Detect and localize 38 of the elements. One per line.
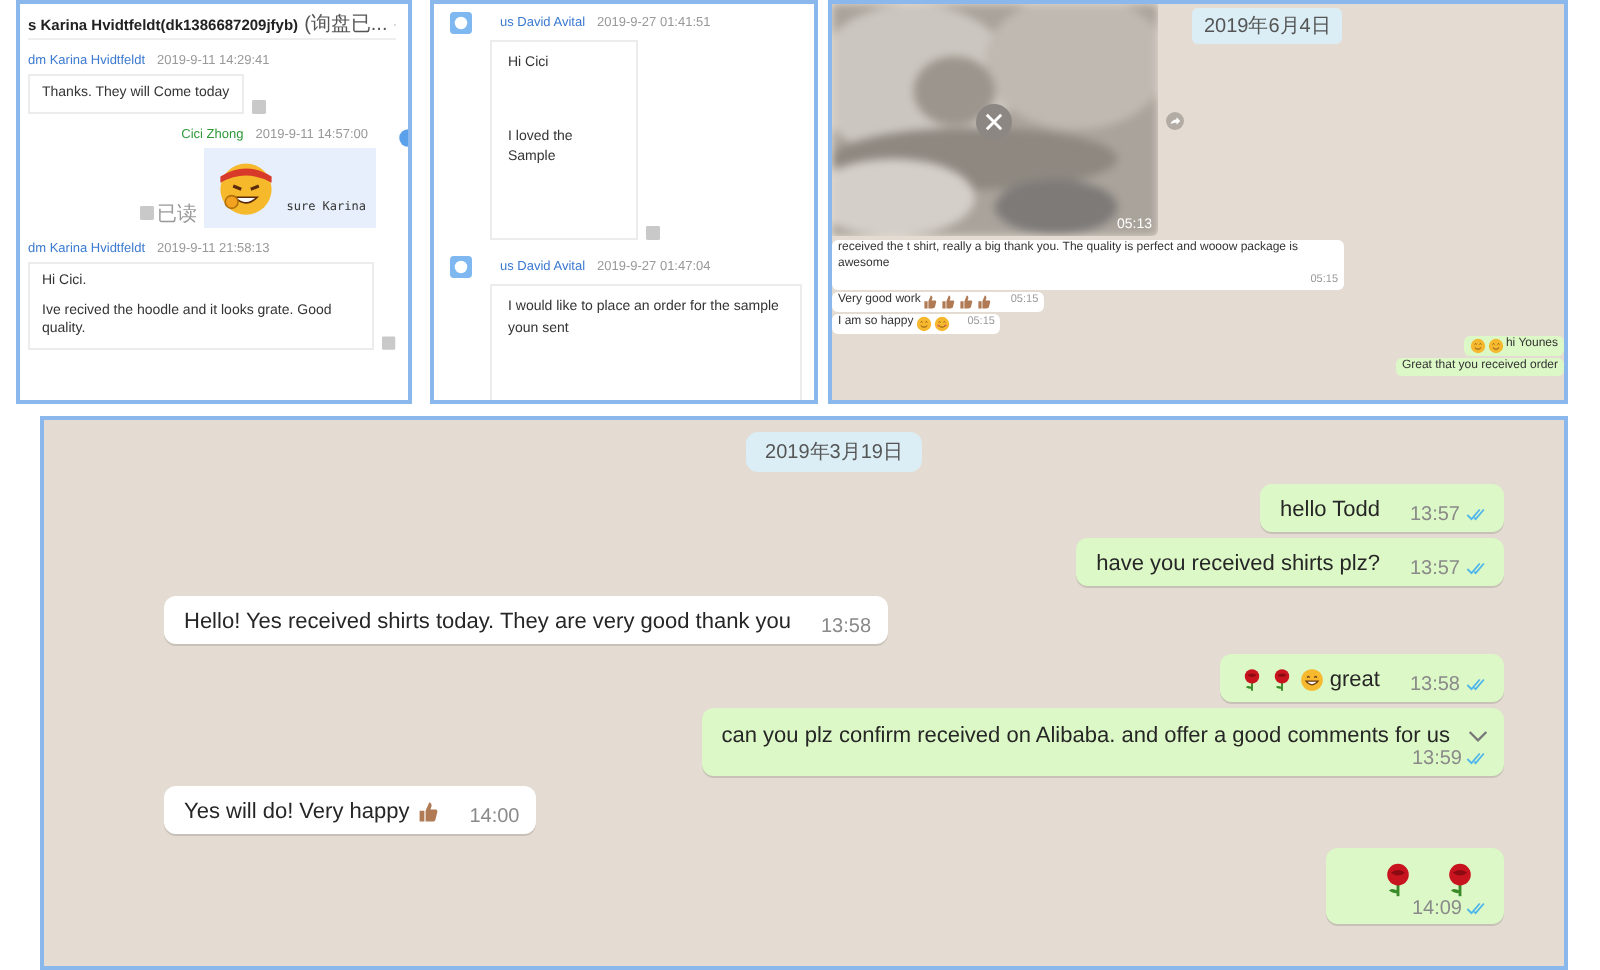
quote-icon[interactable] [251, 99, 266, 114]
message-time: 13:58 [821, 616, 872, 638]
inquiry-status: (询盘已... [304, 12, 388, 38]
message-text: have you received shirts plz? [1096, 551, 1380, 575]
thumbs-up-icon [922, 293, 939, 310]
forward-icon[interactable] [1166, 112, 1184, 130]
quote-icon[interactable] [382, 336, 396, 351]
smiley-icon [1299, 667, 1324, 691]
message-time: 14:00 [469, 806, 520, 828]
message-text: great [1329, 667, 1380, 691]
chevron-icon[interactable] [1468, 729, 1488, 743]
rose-icon [1239, 667, 1264, 691]
avatar-icon [450, 256, 472, 278]
date-label: 2019年6月4日 [1192, 8, 1343, 44]
smiley-icon [1469, 337, 1486, 354]
read-status: 已读 [156, 201, 197, 228]
message-time: 14:09 [1411, 898, 1462, 920]
message-time: 13:58 [1409, 674, 1460, 696]
message-time: 13:57 [1409, 558, 1460, 580]
thumbs-up-icon [958, 293, 975, 310]
message-time: 13:57 [1409, 504, 1460, 526]
thumbs-up-icon [976, 293, 993, 310]
status-icon [140, 206, 155, 221]
message-text: Yes will do! Very happy [184, 799, 410, 823]
thumbs-up-icon [415, 799, 440, 823]
rose-icon [1269, 667, 1294, 691]
smiley-icon [933, 315, 950, 332]
message-text: Hello! Yes received shirts today. They are very good thank you [184, 609, 791, 633]
avatar-icon [398, 128, 408, 148]
message-text: hello Todd [1280, 497, 1380, 521]
avatar-icon [450, 12, 472, 34]
date-label: 2019年3月19日 [745, 432, 923, 472]
quote-icon[interactable] [646, 226, 660, 240]
message-time: 13:59 [1411, 748, 1462, 770]
smiley-icon [1487, 337, 1504, 354]
message-text: can you plz confirm received on Alibaba. and offer a good comments for us [721, 724, 1450, 748]
thumbs-up-icon [940, 293, 957, 310]
smiley-icon [915, 315, 932, 332]
